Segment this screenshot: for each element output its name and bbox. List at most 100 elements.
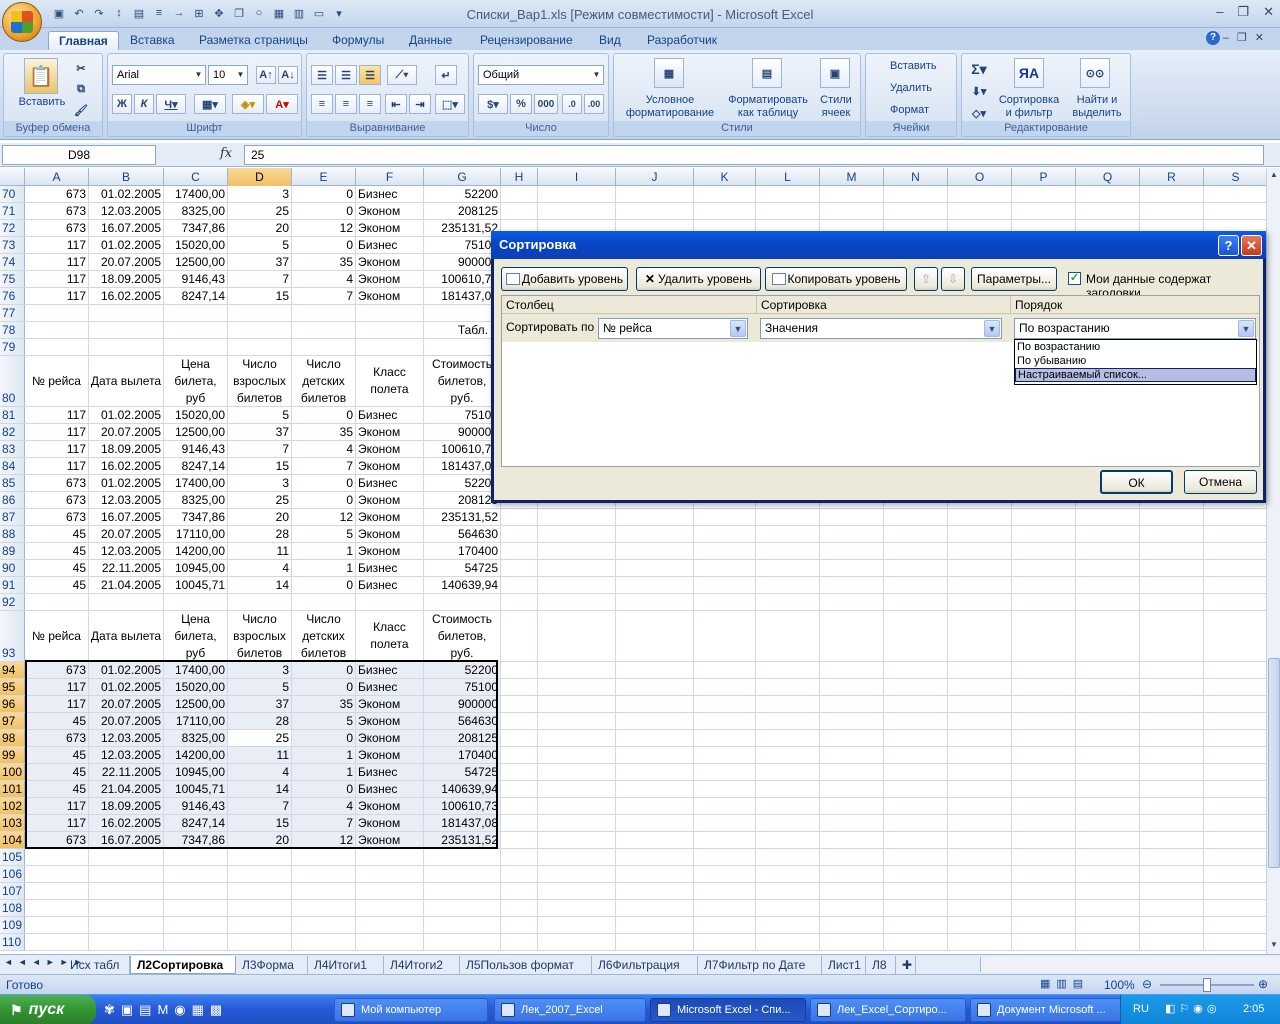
order-option-descending[interactable]: По убыванию: [1015, 354, 1256, 368]
cell-empty[interactable]: [948, 798, 1012, 814]
cell-empty[interactable]: [538, 679, 616, 695]
column-header-n[interactable]: N: [884, 168, 948, 186]
cell-empty[interactable]: [1012, 764, 1076, 780]
cell-a[interactable]: 117: [25, 407, 89, 423]
taskbar-task[interactable]: Документ Microsoft ...: [970, 998, 1124, 1022]
cell-a[interactable]: [25, 849, 89, 865]
cell-c[interactable]: 14200,00: [164, 543, 228, 559]
align-middle-icon[interactable]: ☰: [335, 65, 357, 85]
help-icon[interactable]: ?: [1206, 31, 1220, 45]
cell-empty[interactable]: [1076, 611, 1140, 661]
tab-review[interactable]: Рецензирование: [470, 31, 583, 51]
column-header-g[interactable]: G: [424, 168, 501, 186]
cell-empty[interactable]: [616, 186, 694, 202]
cell-f[interactable]: Эконом: [356, 696, 424, 712]
cell-empty[interactable]: [1076, 662, 1140, 678]
cell-f[interactable]: Эконом: [356, 730, 424, 746]
decrease-indent-icon[interactable]: ⇤: [385, 94, 407, 114]
cell-empty[interactable]: [1012, 798, 1076, 814]
cell-b[interactable]: 12.03.2005: [89, 730, 164, 746]
row-header[interactable]: 72: [0, 220, 25, 236]
cell-f[interactable]: Эконом: [356, 458, 424, 474]
row-header[interactable]: 85: [0, 475, 25, 491]
cell-empty[interactable]: [756, 866, 820, 882]
column-header-r[interactable]: R: [1140, 168, 1204, 186]
cell-f[interactable]: [356, 866, 424, 882]
sheet-tab[interactable]: Л6Фильтрация: [592, 956, 698, 974]
cell-empty[interactable]: [694, 900, 756, 916]
cell-b[interactable]: 01.02.2005: [89, 186, 164, 202]
cell-g[interactable]: 900000: [424, 424, 501, 440]
cell-a[interactable]: [25, 900, 89, 916]
cell-f[interactable]: Эконом: [356, 203, 424, 219]
cell-empty[interactable]: [1076, 526, 1140, 542]
cell-empty[interactable]: [616, 934, 694, 950]
cell-e[interactable]: 0: [292, 492, 356, 508]
cell-empty[interactable]: [694, 781, 756, 797]
cell-empty[interactable]: [1012, 509, 1076, 525]
cell-empty[interactable]: [1204, 543, 1266, 559]
cell-empty[interactable]: [948, 764, 1012, 780]
cell-a[interactable]: 117: [25, 696, 89, 712]
cell-empty[interactable]: [1076, 543, 1140, 559]
cell-empty[interactable]: [820, 849, 884, 865]
cell-empty[interactable]: [501, 526, 538, 542]
zoom-level[interactable]: 100%: [1104, 978, 1135, 992]
cell-a[interactable]: 673: [25, 186, 89, 202]
font-name-combo[interactable]: Arial ▼: [112, 65, 206, 85]
cell-empty[interactable]: [538, 560, 616, 576]
row-header[interactable]: 83: [0, 441, 25, 457]
cell-g[interactable]: 100610,73: [424, 798, 501, 814]
cell-a[interactable]: [25, 594, 89, 610]
cell-empty[interactable]: [884, 849, 948, 865]
find-select-button[interactable]: Найти и выделить: [1064, 94, 1130, 120]
cell-empty[interactable]: [948, 730, 1012, 746]
cell-f[interactable]: Бизнес: [356, 679, 424, 695]
cell-e[interactable]: 7: [292, 288, 356, 304]
cell-b[interactable]: [89, 594, 164, 610]
cell-empty[interactable]: [694, 713, 756, 729]
cell-f[interactable]: Эконом: [356, 526, 424, 542]
cell-empty[interactable]: [538, 730, 616, 746]
row-header[interactable]: 91: [0, 577, 25, 593]
cell-empty[interactable]: [616, 713, 694, 729]
cell-f[interactable]: Эконом: [356, 815, 424, 831]
cell-g[interactable]: 170400: [424, 543, 501, 559]
cell-a[interactable]: 673: [25, 203, 89, 219]
cell-empty[interactable]: [616, 730, 694, 746]
cell-empty[interactable]: [616, 747, 694, 763]
dialog-close-button[interactable]: ✕: [1241, 235, 1262, 256]
cell-a[interactable]: 117: [25, 254, 89, 270]
cell-empty[interactable]: [820, 713, 884, 729]
cell-b[interactable]: [89, 900, 164, 916]
cell-empty[interactable]: [756, 713, 820, 729]
cell-empty[interactable]: [538, 509, 616, 525]
column-header-e[interactable]: E: [292, 168, 356, 186]
column-combo[interactable]: № рейса ▼: [598, 318, 748, 339]
tab-view[interactable]: Вид: [589, 31, 631, 51]
row-header[interactable]: 80: [0, 356, 25, 406]
tab-home[interactable]: Главная: [48, 31, 119, 51]
cell-a[interactable]: [25, 305, 89, 321]
cell-a[interactable]: № рейса: [25, 356, 89, 406]
sheet-tab[interactable]: Л8: [866, 956, 896, 974]
cell-empty[interactable]: [884, 611, 948, 661]
insert-sheet-icon[interactable]: ✚: [896, 956, 916, 974]
conditional-format-button[interactable]: Условное форматирование: [618, 94, 722, 120]
cancel-button[interactable]: Отмена: [1184, 470, 1257, 494]
cell-e[interactable]: 12: [292, 832, 356, 848]
cell-empty[interactable]: [694, 662, 756, 678]
cell-d[interactable]: 3: [228, 475, 292, 491]
cell-e[interactable]: 12: [292, 220, 356, 236]
cell-empty[interactable]: [1204, 611, 1266, 661]
chevron-down-icon[interactable]: ▼: [730, 320, 746, 337]
format-as-table-button[interactable]: Форматировать как таблицу: [724, 94, 812, 120]
cell-empty[interactable]: [538, 203, 616, 219]
bold-icon[interactable]: Ж: [112, 94, 132, 114]
sheet-tab[interactable]: Л3Форма: [236, 956, 308, 974]
tab-developer[interactable]: Разработчик: [637, 31, 727, 51]
cell-empty[interactable]: [501, 849, 538, 865]
cell-empty[interactable]: [1204, 832, 1266, 848]
cell-empty[interactable]: [1204, 934, 1266, 950]
cell-empty[interactable]: [1012, 866, 1076, 882]
